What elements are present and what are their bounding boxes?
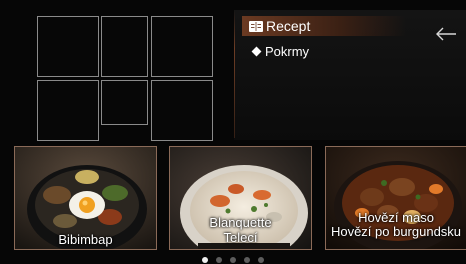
pagination-dot[interactable] [230, 257, 236, 263]
grid-slot[interactable] [101, 16, 148, 77]
menu-item-label: Recept [266, 18, 311, 34]
pagination-dot[interactable] [244, 257, 250, 263]
grid-slot[interactable] [101, 80, 148, 125]
diamond-icon [251, 46, 262, 56]
menu-item-recept[interactable]: Recept [242, 16, 406, 36]
pagination-dot[interactable] [202, 257, 208, 263]
grid-slot[interactable] [37, 80, 99, 141]
app-screen: Recept Pokrmy Bibimbap Blanquette Telecí… [0, 0, 466, 264]
menu-item-label: Pokrmy [265, 43, 310, 59]
card-subtitle: Hovězí po burgundsku [330, 224, 462, 239]
card-title: Bibimbap [58, 232, 113, 247]
card-title: Blanquette [209, 215, 272, 230]
pagination-dots [202, 257, 264, 263]
recipe-card-bibimbap[interactable]: Bibimbap [14, 146, 157, 250]
pagination-dot[interactable] [258, 257, 264, 263]
menu-divider [234, 10, 235, 138]
grid-slot[interactable] [37, 16, 99, 77]
menu-item-pokrmy[interactable]: Pokrmy [250, 42, 309, 60]
grid-slot[interactable] [151, 16, 213, 77]
back-arrow-icon[interactable] [434, 26, 458, 42]
card-title: Hovězí maso [358, 210, 434, 225]
recipe-card-hovezi-maso[interactable]: Hovězí maso Hovězí po burgundsku [325, 146, 466, 250]
recipe-card-blanquette[interactable]: Blanquette Telecí [169, 146, 312, 250]
pagination-dot[interactable] [216, 257, 222, 263]
card-subtitle: Telecí [223, 230, 258, 245]
book-icon [249, 20, 263, 32]
grid-slot[interactable] [151, 80, 213, 141]
